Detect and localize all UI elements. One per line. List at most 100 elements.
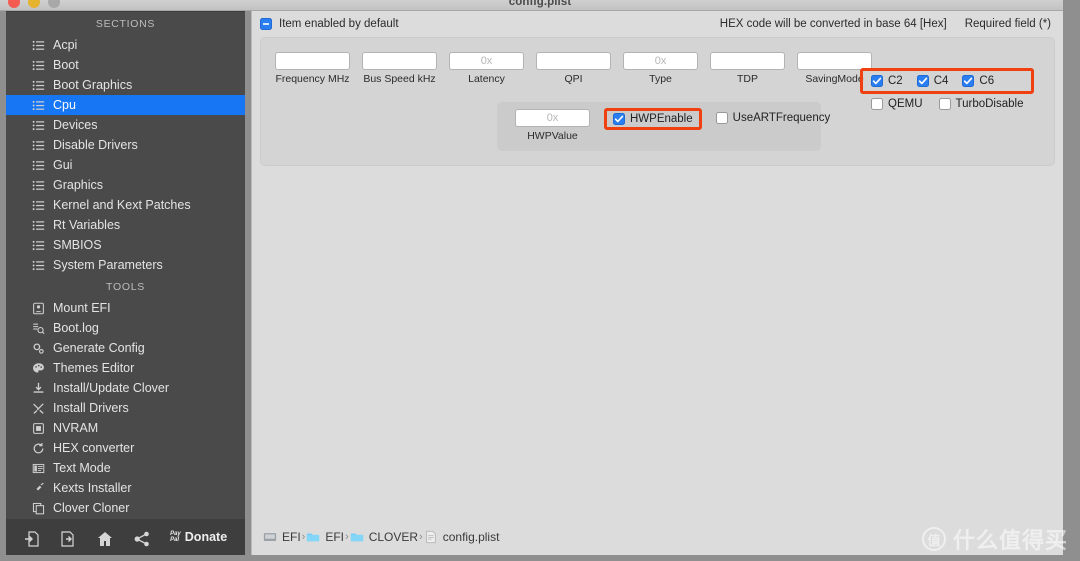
tool-item-label: HEX converter (53, 441, 135, 455)
cstate-c4-checkbox[interactable] (916, 75, 929, 87)
list-icon (32, 159, 45, 172)
sidebar-item-boot[interactable]: Boot (6, 55, 245, 75)
hwp-enable-row[interactable]: HWPEnable (613, 113, 693, 125)
hwp-value-input[interactable] (515, 109, 590, 127)
sidebar-item-acpi[interactable]: Acpi (6, 35, 245, 55)
breadcrumb-label: EFI (325, 530, 345, 544)
sidebar-item-rt-variables[interactable]: Rt Variables (6, 215, 245, 235)
input-bus-speed-khz[interactable] (362, 52, 437, 70)
copy-icon (32, 502, 45, 515)
tool-item-boot-log[interactable]: Boot.log (6, 318, 245, 338)
window-titlebar: config.plist (0, 0, 1080, 11)
list-icon (32, 219, 45, 232)
tool-item-install-update-clover[interactable]: Install/Update Clover (6, 378, 245, 398)
export-button[interactable] (60, 530, 74, 547)
import-icon (24, 530, 39, 547)
breadcrumb-item-efi[interactable]: EFI (306, 530, 344, 544)
donate-button[interactable]: Pay Pal Donate (170, 530, 227, 544)
cstate-c2-checkbox[interactable] (871, 75, 883, 87)
hwp-enable-label: HWPEnable (630, 113, 693, 125)
flag-label: QEMU (888, 98, 923, 110)
sidebar-item-label: Devices (53, 118, 98, 132)
breadcrumb-separator: › (419, 531, 423, 543)
input-latency[interactable] (449, 52, 524, 70)
sidebar-item-cpu[interactable]: Cpu (6, 95, 245, 115)
sidebar-item-devices[interactable]: Devices (6, 115, 245, 135)
flag-qemu-checkbox[interactable] (871, 98, 883, 110)
sidebar-item-system-parameters[interactable]: System Parameters (6, 255, 245, 275)
gear-icon (32, 342, 45, 355)
hwp-enable-checkbox[interactable] (613, 113, 625, 125)
list-icon (32, 199, 45, 212)
palette-icon (32, 362, 45, 375)
cstate-group: C2 C4 C6 QEMU TurboDisable (860, 68, 1035, 110)
item-enabled-checkbox[interactable] (260, 18, 272, 30)
tool-item-install-drivers[interactable]: Install Drivers (6, 398, 245, 418)
sidebar-item-disable-drivers[interactable]: Disable Drivers (6, 135, 245, 155)
tool-item-generate-config[interactable]: Generate Config (6, 338, 245, 358)
flag-turbodisable-row[interactable]: TurboDisable (938, 98, 1024, 110)
tool-item-label: Boot.log (53, 321, 99, 335)
share-button[interactable] (134, 531, 149, 546)
sidebar-item-label: Boot (53, 58, 79, 72)
flag-turbodisable-checkbox[interactable] (938, 98, 951, 110)
breadcrumb-label: config.plist (442, 530, 500, 544)
sidebar-item-label: Kernel and Kext Patches (53, 198, 191, 212)
input-frequency-mhz[interactable] (275, 52, 350, 70)
sidebar-item-boot-graphics[interactable]: Boot Graphics (6, 75, 245, 95)
sidebar-item-kernel-and-kext-patches[interactable]: Kernel and Kext Patches (6, 195, 245, 215)
tool-item-kexts-installer[interactable]: Kexts Installer (6, 478, 245, 498)
sidebar-item-label: Gui (53, 158, 73, 172)
flag-qemu-row[interactable]: QEMU (871, 98, 923, 110)
sidebar-item-label: SMBIOS (53, 238, 102, 252)
import-button[interactable] (24, 530, 39, 547)
home-button[interactable] (97, 531, 112, 546)
tool-item-nvram[interactable]: NVRAM (6, 418, 245, 438)
input-qpi[interactable] (536, 52, 611, 70)
tool-item-label: Install/Update Clover (53, 381, 170, 395)
tool-item-text-mode[interactable]: Text Mode (6, 458, 245, 478)
input-type[interactable] (623, 52, 698, 70)
tool-item-label: Text Mode (53, 461, 111, 475)
input-tdp[interactable] (710, 52, 785, 70)
sidebar-item-label: Cpu (53, 98, 76, 112)
breadcrumb-item-efi[interactable]: EFI (263, 530, 301, 544)
cstate-c2-row[interactable]: C2 (871, 75, 903, 87)
cstate-label: C4 (933, 75, 949, 87)
list-icon (32, 59, 45, 72)
breadcrumb-item-clover[interactable]: CLOVER (350, 530, 418, 544)
sidebar-item-graphics[interactable]: Graphics (6, 175, 245, 195)
flag-label: TurboDisable (955, 98, 1024, 110)
hwp-value-field[interactable]: HWPValue (515, 109, 590, 142)
tool-item-clover-cloner[interactable]: Clover Cloner (6, 498, 245, 518)
hwp-enable-highlight: HWPEnable (604, 108, 702, 130)
cstate-c6-row[interactable]: C6 (962, 75, 994, 87)
content-header: Item enabled by default HEX code will be… (252, 11, 1063, 37)
cstate-c4-row[interactable]: C4 (916, 75, 949, 87)
field-frequency-mhz: Frequency MHz (275, 52, 350, 85)
useart-frequency-label: UseARTFrequency (732, 112, 831, 124)
sidebar-item-label: Acpi (53, 38, 78, 52)
sidebar-item-gui[interactable]: Gui (6, 155, 245, 175)
sidebar: SECTIONS Acpi Boot Boot Graphics Cpu Devices… (6, 11, 245, 519)
cstate-c6-checkbox[interactable] (962, 75, 975, 87)
item-enabled-row[interactable]: Item enabled by default (260, 18, 399, 30)
paypal-logo: Pay Pal (170, 531, 181, 544)
download-icon (32, 382, 45, 395)
useart-frequency-checkbox[interactable] (715, 112, 728, 124)
share-icon (134, 531, 149, 546)
field-label: QPI (564, 73, 583, 85)
field-label: Frequency MHz (275, 73, 350, 85)
mount-efi-icon (32, 302, 45, 315)
useart-frequency-row[interactable]: UseARTFrequency (715, 112, 831, 124)
cpu-settings-panel: Frequency MHz Bus Speed kHz Latency QPI Type… (260, 37, 1055, 166)
hex-note: HEX code will be converted in base 64 [H… (719, 18, 947, 30)
tool-item-mount-efi[interactable]: Mount EFI (6, 298, 245, 318)
breadcrumb-item-config-plist[interactable]: config.plist (424, 530, 500, 544)
tool-item-hex-converter[interactable]: HEX converter (6, 438, 245, 458)
field-label: Bus Speed kHz (363, 73, 436, 85)
folder-icon (350, 530, 364, 544)
sidebar-item-smbios[interactable]: SMBIOS (6, 235, 245, 255)
cstate-label: C2 (888, 75, 903, 87)
tool-item-themes-editor[interactable]: Themes Editor (6, 358, 245, 378)
